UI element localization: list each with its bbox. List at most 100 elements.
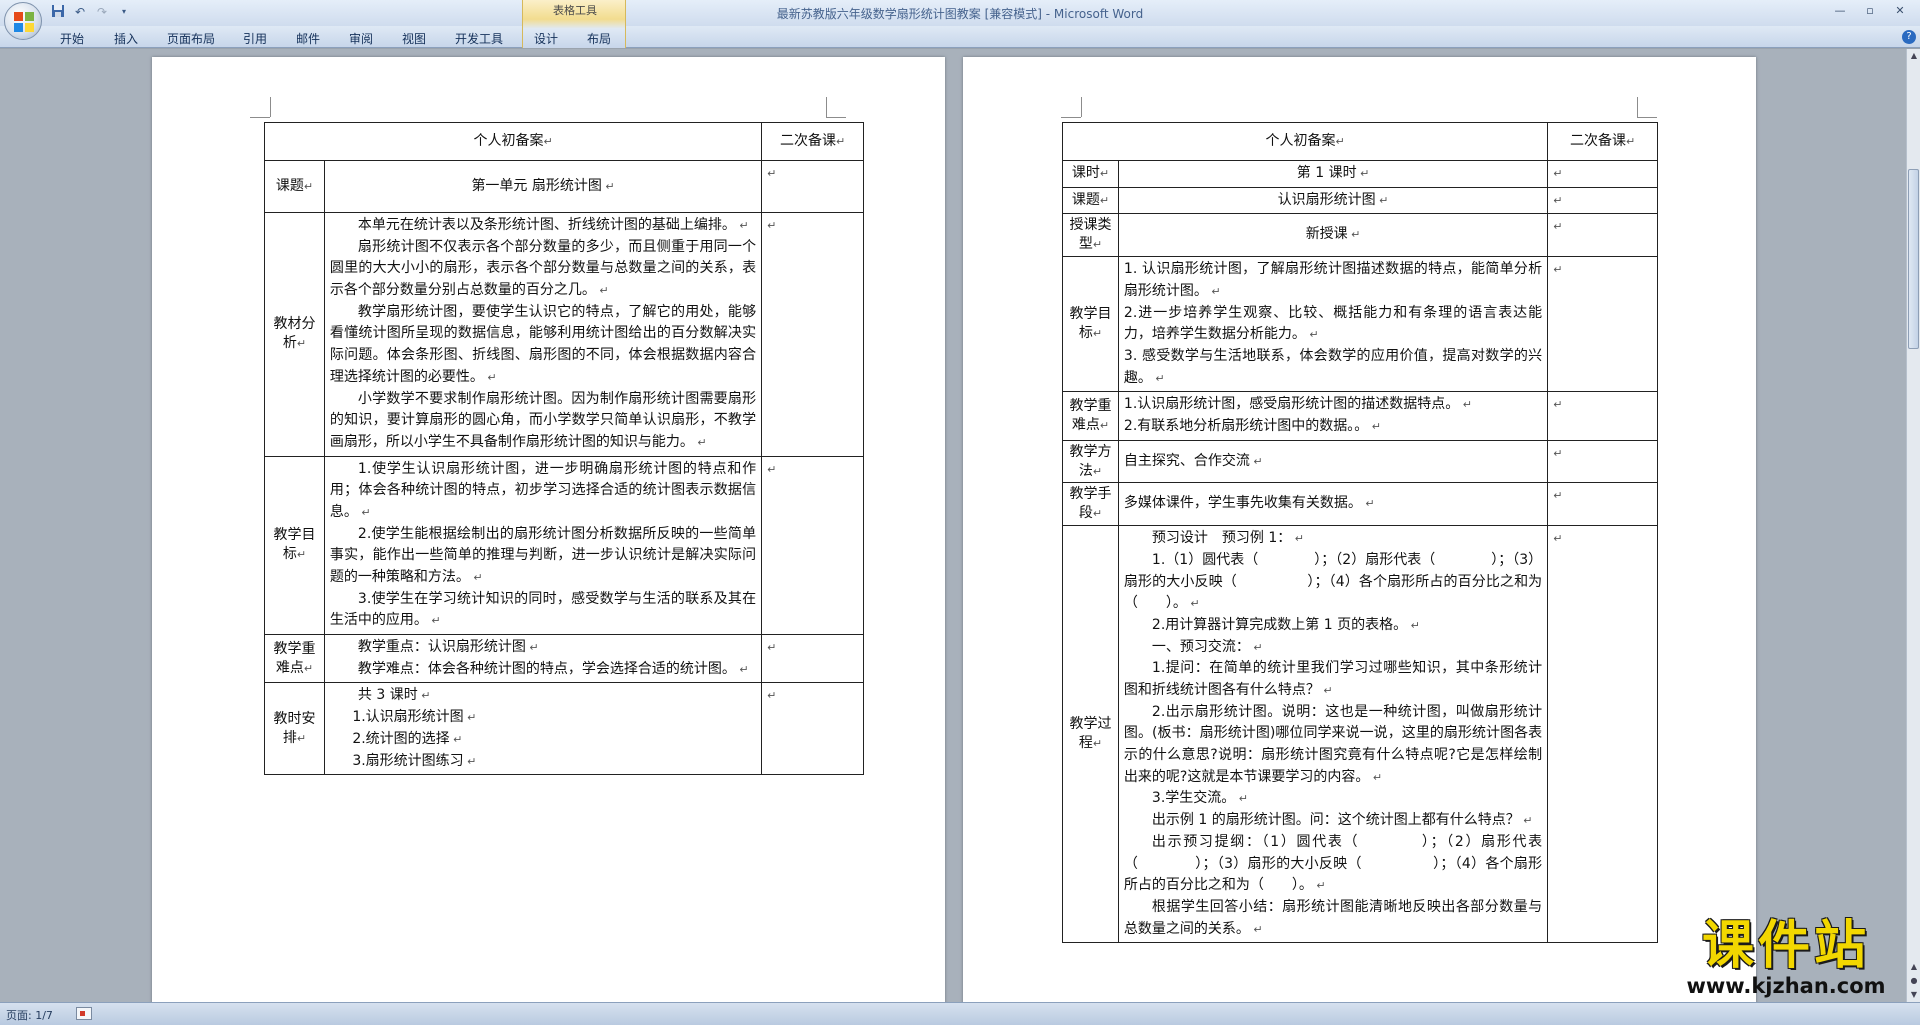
paragraph-text: 3.使学生在学习统计知识的同时，感受数学与生活的联系及其在生活中的应用。 bbox=[329, 590, 757, 629]
row-content-cell[interactable]: 预习设计 预习例 1： ↵ 1.（1）圆代表（ ）；（2）扇形代表（ ）；（3）扇… bbox=[1117, 525, 1549, 944]
row-label-cell[interactable]: 教时安排↵ bbox=[264, 682, 325, 776]
second-plan-cell[interactable]: ↵ bbox=[1547, 186, 1658, 215]
paragraph: 1.提问：在简单的统计里我们学习过哪些知识，其中条形统计图和折线统计图各有什么特… bbox=[1123, 660, 1543, 699]
page-count-status[interactable]: 页面: 1/7 bbox=[6, 1007, 53, 1023]
tab-developer[interactable]: 开发工具 bbox=[455, 30, 503, 47]
contextual-group-label: 表格工具 bbox=[553, 4, 597, 17]
paragraph-text: 2.有联系地分析扇形统计图中的数据。。 bbox=[1123, 417, 1369, 434]
row-label-cell[interactable]: 教学过程↵ bbox=[1062, 525, 1119, 944]
row-label-cell[interactable]: 课题↵ bbox=[264, 160, 325, 213]
header-second-plan[interactable]: 二次备课↵ bbox=[761, 122, 864, 161]
row-content-cell[interactable]: 认识扇形统计图 ↵ bbox=[1117, 186, 1549, 215]
tab-design[interactable]: 设计 bbox=[534, 30, 558, 47]
ribbon-tab-bar bbox=[0, 26, 1920, 48]
document-area: 个人初备案↵ 二次备课↵ 课题↵ 第一单元 扇形统计图 ↵ ↵ 教材分析↵ 本单元在统计… bbox=[0, 49, 1906, 1002]
paragraph: 2.使学生能根据绘制出的扇形统计图分析数据所反映的一些简单事实，能作出一些简单的… bbox=[329, 525, 757, 585]
paragraph-text: 3.学生交流。 bbox=[1151, 790, 1236, 807]
tab-review[interactable]: 审阅 bbox=[349, 30, 373, 47]
paragraph-text: 预习设计 预习例 1： bbox=[1151, 530, 1292, 547]
page-2: 个人初备案↵ 二次备课↵ 课时↵ 第 1 课时 ↵ ↵ 课题↵ 认识扇形统计图 ↵ ↵ 授课… bbox=[963, 57, 1756, 1002]
row-label-cell[interactable]: 教学目标↵ bbox=[1062, 256, 1119, 393]
tab-insert[interactable]: 插入 bbox=[114, 30, 138, 47]
proofing-icon[interactable] bbox=[76, 1007, 92, 1020]
paragraph: 2.用计算器计算完成数上第 1 页的表格。 ↵ bbox=[1151, 616, 1420, 633]
paragraph: 2.统计图的选择 ↵ bbox=[352, 730, 463, 747]
scrollbar-thumb[interactable] bbox=[1908, 169, 1919, 349]
row-label: 授课类型 bbox=[1069, 217, 1112, 253]
customize-qat-icon[interactable]: ▾ bbox=[116, 4, 132, 20]
row-content-cell[interactable]: 第一单元 扇形统计图 ↵ bbox=[323, 160, 763, 213]
next-page-icon[interactable]: ▼ bbox=[1907, 988, 1920, 1002]
second-plan-cell[interactable]: ↵ bbox=[761, 634, 864, 684]
table-header-row: 个人初备案↵ 二次备课↵ bbox=[1061, 122, 1658, 161]
office-button[interactable] bbox=[4, 2, 42, 40]
redo-icon[interactable]: ↷ bbox=[94, 4, 110, 20]
paragraph: 一、预习交流： ↵ bbox=[1151, 638, 1263, 655]
row-label-cell[interactable]: 授课类型↵ bbox=[1062, 213, 1119, 258]
paragraph: 本单元在统计表以及条形统计图、折线统计图的基础上编排。 ↵ bbox=[357, 217, 749, 233]
header-second-plan[interactable]: 二次备课↵ bbox=[1547, 122, 1658, 161]
close-icon[interactable]: ✕ bbox=[1886, 2, 1914, 20]
paragraph-text: 小学数学不要求制作扇形统计图。因为制作扇形统计图需要扇形的知识，要计算扇形的圆心… bbox=[329, 390, 757, 450]
second-plan-cell[interactable]: ↵ bbox=[761, 160, 864, 213]
tab-layout[interactable]: 布局 bbox=[587, 30, 611, 47]
maximize-icon[interactable]: ▫ bbox=[1856, 2, 1884, 20]
row-content-cell[interactable]: 自主探究、合作交流 ↵ bbox=[1117, 439, 1549, 484]
browse-object-icon[interactable]: ● bbox=[1907, 974, 1920, 988]
help-icon[interactable]: ? bbox=[1902, 30, 1916, 44]
paragraph: 教学重点：认识扇形统计图 ↵ bbox=[357, 639, 539, 656]
second-plan-cell[interactable]: ↵ bbox=[1547, 439, 1658, 484]
table-row: 教学目标↵ 1. 认识扇形统计图，了解扇形统计图描述数据的特点，能简单分析扇形统计… bbox=[1062, 256, 1658, 393]
paragraph: 新授课 ↵ bbox=[1305, 226, 1361, 243]
tab-references[interactable]: 引用 bbox=[243, 30, 267, 47]
row-label: 教材分析 bbox=[273, 316, 316, 352]
row-label: 教学方法 bbox=[1069, 443, 1112, 479]
row-content-cell[interactable]: 教学重点：认识扇形统计图 ↵ 教学难点：体会各种统计图的特点，学会选择合适的统计图… bbox=[323, 634, 763, 684]
paragraph: 出示例 1 的扇形统计图。问：这个统计图上都有什么特点？ ↵ bbox=[1151, 812, 1533, 829]
paragraph: 多媒体课件，学生事先收集有关数据。 ↵ bbox=[1123, 495, 1375, 512]
second-plan-cell[interactable]: ↵ bbox=[761, 682, 864, 776]
scroll-up-icon[interactable]: ▲ bbox=[1907, 49, 1920, 63]
paragraph-text: 1.认识扇形统计图 bbox=[352, 709, 464, 726]
row-content-cell[interactable]: 1.使学生认识扇形统计图，进一步明确扇形统计图的特点和作用；体会各种统计图的特点… bbox=[323, 455, 763, 636]
save-icon[interactable] bbox=[50, 4, 66, 20]
row-content-cell[interactable]: 1. 认识扇形统计图，了解扇形统计图描述数据的特点，能简单分析扇形统计图。 ↵ 2… bbox=[1117, 256, 1549, 393]
paragraph-text: 3.扇形统计图练习 bbox=[352, 752, 464, 769]
header-personal-plan[interactable]: 个人初备案↵ bbox=[1061, 122, 1549, 161]
undo-icon[interactable]: ↶ bbox=[72, 4, 88, 20]
row-label-cell[interactable]: 教学手段↵ bbox=[1062, 482, 1119, 527]
row-label-cell[interactable]: 教学重难点↵ bbox=[1062, 391, 1119, 441]
row-label-cell[interactable]: 教学方法↵ bbox=[1062, 439, 1119, 484]
row-label-cell[interactable]: 教学重难点↵ bbox=[264, 634, 325, 684]
row-label-cell[interactable]: 教材分析↵ bbox=[264, 212, 325, 457]
row-content-cell[interactable]: 多媒体课件，学生事先收集有关数据。 ↵ bbox=[1117, 482, 1549, 527]
tab-mailings[interactable]: 邮件 bbox=[296, 30, 320, 47]
second-plan-cell[interactable]: ↵ bbox=[761, 455, 864, 636]
row-content-cell[interactable]: 共 3 课时 ↵ 1.认识扇形统计图 ↵ 2.统计图的选择 ↵ 3.扇形统计图练习 ↵ bbox=[323, 682, 763, 776]
second-plan-cell[interactable]: ↵ bbox=[1547, 213, 1658, 258]
row-content-cell[interactable]: 本单元在统计表以及条形统计图、折线统计图的基础上编排。 ↵ 扇形统计图不仅表示各个… bbox=[323, 212, 763, 457]
second-plan-cell[interactable]: ↵ bbox=[1547, 482, 1658, 527]
second-plan-cell[interactable]: ↵ bbox=[1547, 525, 1658, 944]
row-content-cell[interactable]: 1.认识扇形统计图，感受扇形统计图的描述数据特点。 ↵ 2.有联系地分析扇形统计图… bbox=[1117, 391, 1549, 441]
second-plan-cell[interactable]: ↵ bbox=[761, 212, 864, 457]
tab-home[interactable]: 开始 bbox=[60, 30, 84, 47]
vertical-scrollbar[interactable]: ▲ ▲ ● ▼ bbox=[1906, 49, 1920, 1002]
previous-page-icon[interactable]: ▲ bbox=[1907, 960, 1920, 974]
tab-view[interactable]: 视图 bbox=[402, 30, 426, 47]
paragraph-text: 根据学生回答小结：扇形统计图能清晰地反映出各部分数量与总数量之间的关系。 bbox=[1123, 898, 1543, 937]
row-label-cell[interactable]: 课题↵ bbox=[1062, 186, 1119, 215]
row-label-cell[interactable]: 教学目标↵ bbox=[264, 455, 325, 636]
second-plan-cell[interactable]: ↵ bbox=[1547, 160, 1658, 188]
paragraph: 1.（1）圆代表（ ）；（2）扇形代表（ ）；（3）扇形的大小反映（ ）；（4）… bbox=[1123, 551, 1543, 612]
row-label-cell[interactable]: 课时↵ bbox=[1062, 160, 1119, 188]
tab-page-layout[interactable]: 页面布局 bbox=[167, 30, 215, 47]
minimize-icon[interactable]: — bbox=[1826, 2, 1854, 20]
crop-mark bbox=[1061, 117, 1081, 118]
table-row: 教学手段↵ 多媒体课件，学生事先收集有关数据。 ↵ ↵ bbox=[1062, 482, 1658, 527]
second-plan-cell[interactable]: ↵ bbox=[1547, 391, 1658, 441]
row-content-cell[interactable]: 第 1 课时 ↵ bbox=[1117, 160, 1549, 188]
row-content-cell[interactable]: 新授课 ↵ bbox=[1117, 213, 1549, 258]
header-personal-plan[interactable]: 个人初备案↵ bbox=[263, 122, 763, 161]
second-plan-cell[interactable]: ↵ bbox=[1547, 256, 1658, 393]
